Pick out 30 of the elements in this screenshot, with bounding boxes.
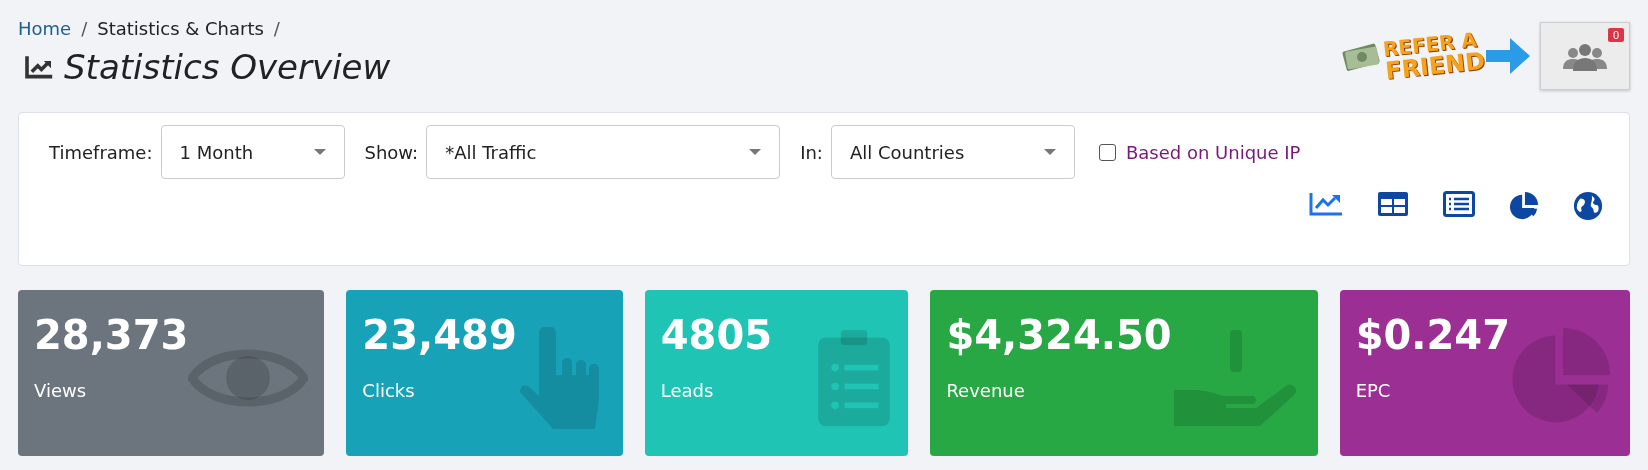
breadcrumb-separator: /	[81, 18, 88, 39]
filter-label: Show:	[364, 141, 419, 163]
line-chart-icon	[24, 55, 54, 79]
stat-value: $4,324.50	[946, 312, 1172, 358]
breadcrumb-item: Statistics & Charts	[97, 18, 264, 39]
breadcrumb-link[interactable]: Home	[18, 18, 72, 39]
stat-label: Revenue	[946, 380, 1026, 401]
referrals-button[interactable]: 0	[1540, 22, 1630, 90]
users-icon	[1561, 41, 1609, 71]
breadcrumb-separator: /	[273, 18, 280, 39]
stat-label: Clicks	[362, 380, 416, 401]
dropdown-select[interactable]: All Countries	[830, 125, 1075, 179]
globe-icon[interactable]	[1573, 191, 1603, 221]
filter-label: Timeframe:	[49, 141, 153, 163]
dropdown-select[interactable]: 1 Month	[160, 125, 345, 179]
stat-label: Leads	[660, 380, 715, 401]
notification-badge: 0	[1607, 28, 1624, 42]
stat-label: EPC	[1355, 380, 1392, 401]
stat-value: $0.247	[1355, 312, 1510, 358]
stat-value: 23,489	[362, 312, 517, 358]
filter-label: In:	[800, 141, 823, 163]
checkbox[interactable]	[1098, 143, 1116, 161]
clipboard-list-icon	[816, 328, 893, 428]
checkbox-label: Based on Unique IP	[1125, 141, 1301, 163]
pie-chart-icon[interactable]	[1509, 191, 1539, 221]
page-title: Statistics Overview	[64, 47, 391, 87]
dropdown-select[interactable]: *All Traffic	[426, 125, 781, 179]
stat-value: 4805	[660, 312, 773, 358]
stat-label: Views	[34, 380, 88, 401]
stat-value: 28,373	[34, 312, 189, 358]
